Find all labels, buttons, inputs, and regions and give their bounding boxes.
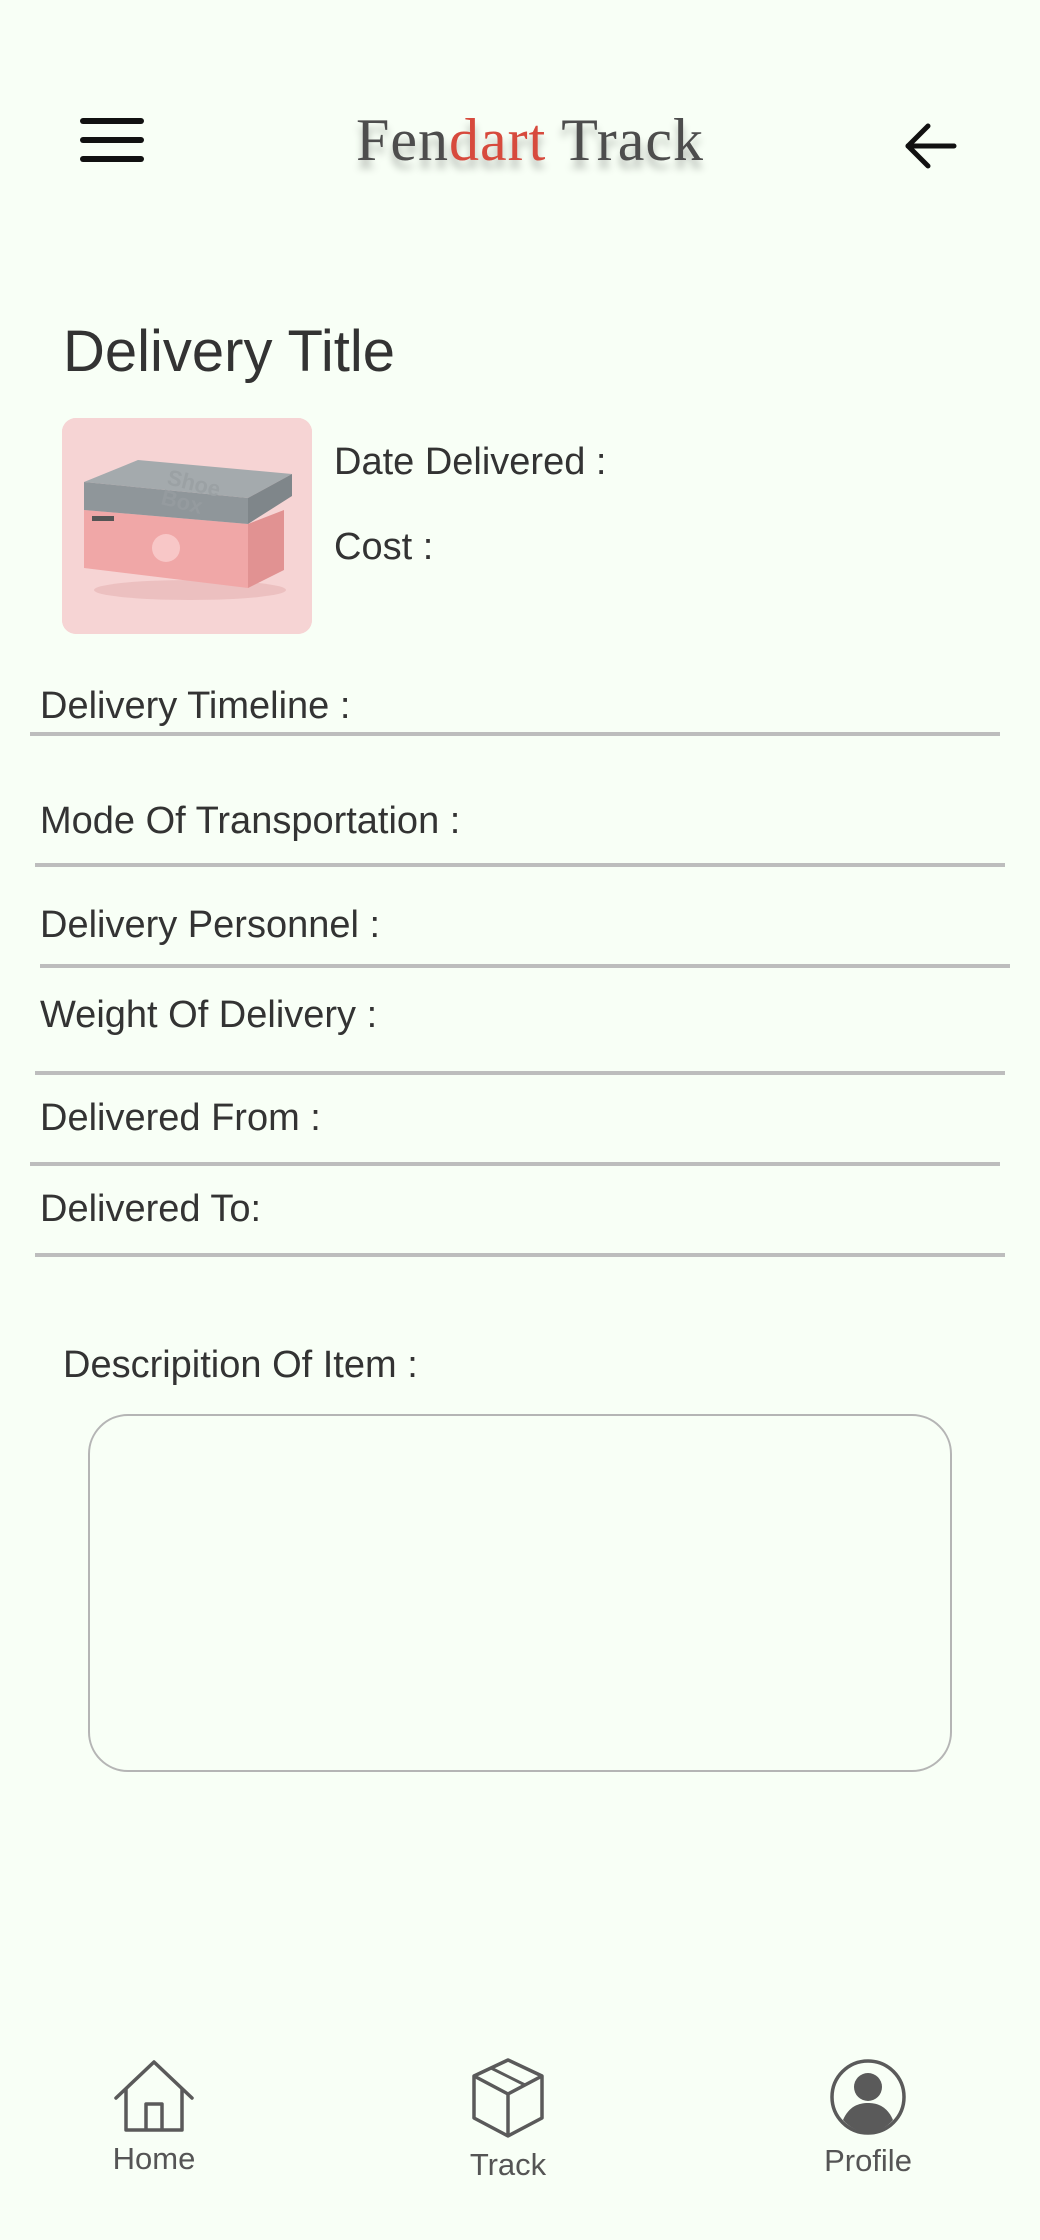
nav-home-label: Home [112,2141,196,2176]
app-header: Fendart Track [0,0,1040,260]
brand-part-2: Track [546,107,704,173]
delivered-from-label: Delivered From : [40,1097,321,1139]
nav-track-label: Track [469,2147,547,2182]
nav-home[interactable]: Home [104,2058,204,2177]
delivery-title: Delivery Title [63,319,395,384]
nav-profile[interactable]: Profile [816,2058,920,2179]
divider [35,1253,1005,1257]
nav-track[interactable]: Track [456,2056,560,2183]
brand-part-1: Fen [356,107,449,173]
package-box-icon [472,2058,544,2138]
mode-of-transportation-label: Mode Of Transportation : [40,800,461,842]
divider [30,1162,1000,1166]
delivery-item-image: Shoe Box [62,418,312,634]
description-textarea[interactable] [88,1414,952,1772]
divider [30,732,1000,736]
user-circle-icon [830,2059,906,2135]
divider [40,964,1010,968]
back-button[interactable] [902,118,958,174]
delivery-personnel-label: Delivery Personnel : [40,904,381,946]
house-icon [114,2060,194,2132]
brand-accent: dart [449,107,547,173]
nav-profile-label: Profile [824,2143,912,2178]
divider [35,1071,1005,1075]
delivered-to-label: Delivered To: [40,1188,262,1230]
weight-of-delivery-label: Weight Of Delivery : [40,994,378,1036]
app-logo-title: Fendart Track [0,106,1040,175]
shoe-box-image: Shoe Box [62,418,312,634]
date-delivered-label: Date Delivered : [334,441,607,483]
arrow-left-icon [905,123,957,169]
delivery-timeline-label: Delivery Timeline : [40,685,351,727]
divider [35,863,1005,867]
cost-label: Cost : [334,526,434,568]
description-label: Descripition Of Item : [63,1344,418,1386]
